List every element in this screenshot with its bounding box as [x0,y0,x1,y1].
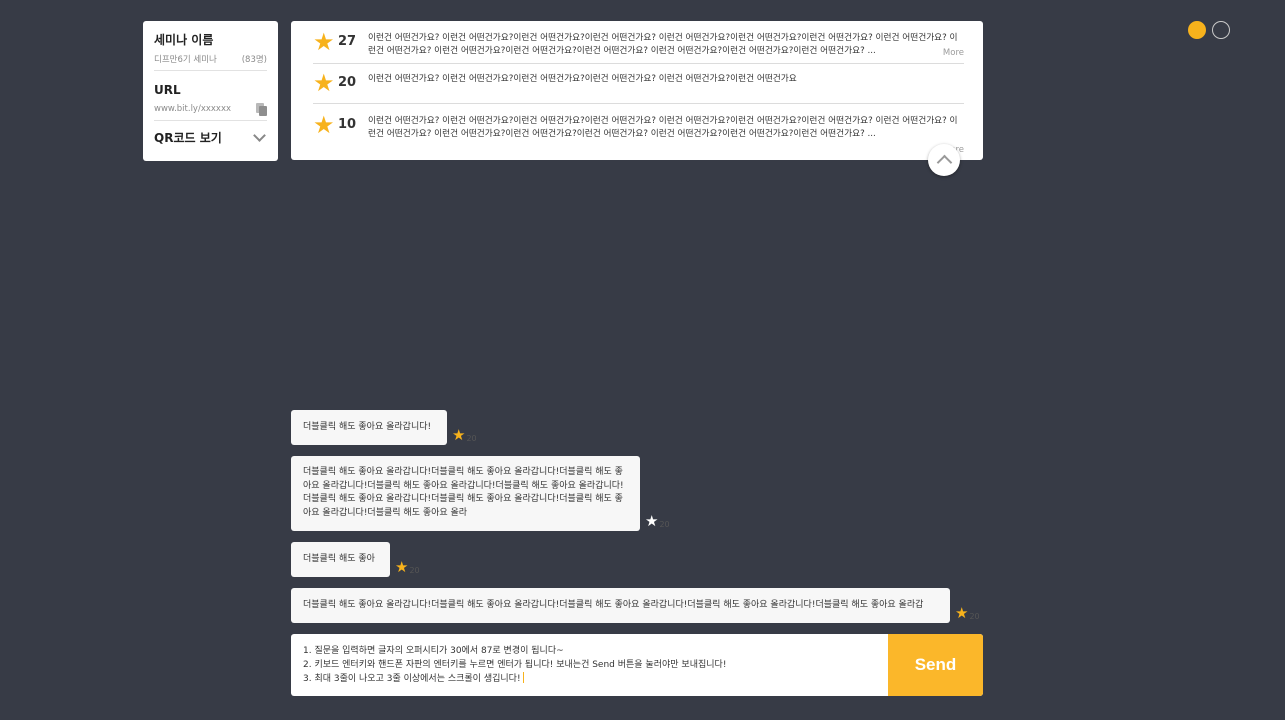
chevron-down-icon [253,128,266,142]
participant-count: (83명) [241,55,267,65]
seminar-name-label: 세미나 이름 [154,33,214,47]
chat-message[interactable]: 더블클릭 해도 좋아 [291,542,390,577]
collapse-questions-button[interactable] [928,144,960,176]
question-text: 이런건 어떤건가요? 이런건 어떤건가요?이런건 어떤건가요?이런건 어떤건가요… [368,33,958,56]
question-input-text: 1. 질문을 입력하면 글자의 오퍼시티가 30에서 87로 변경이 됩니다~ … [303,646,727,684]
url-row: www.bit.ly/xxxxxx [154,98,267,120]
like-counter[interactable]: ★ 20 [645,512,670,530]
question-text: 이런건 어떤건가요? 이런건 어떤건가요?이런건 어떤건가요?이런건 어떤건가요… [368,74,797,84]
send-button[interactable]: Send [888,634,983,696]
question-like-count: 10 [338,117,357,132]
question-text: 이런건 어떤건가요? 이런건 어떤건가요?이런건 어떤건가요?이런건 어떤건가요… [368,116,958,139]
seminar-info-card: 세미나 이름 디프만6기 세미나 (83명) URL www.bit.ly/xx… [143,21,278,161]
text-caret [522,672,524,683]
like-counter[interactable]: ★ 20 [452,426,477,444]
question-input[interactable]: 1. 질문을 입력하면 글자의 오퍼시티가 30에서 87로 변경이 됩니다~ … [291,634,888,696]
qr-code-label: QR코드 보기 [154,130,222,145]
question-like-count: 27 [338,34,357,49]
seminar-url-section: URL www.bit.ly/xxxxxx [154,71,267,121]
qr-code-toggle[interactable]: QR코드 보기 [154,121,267,153]
star-icon: ★ [645,512,659,530]
star-icon: ★ [313,111,335,139]
chat-message[interactable]: 더블클릭 해도 좋아요 올라갑니다! [291,410,447,445]
like-counter[interactable]: ★ 20 [395,558,420,576]
like-count: 20 [969,612,980,621]
star-icon: ★ [452,426,466,444]
seminar-name-section: 세미나 이름 디프만6기 세미나 (83명) [154,21,267,71]
message-text: 더블클릭 해도 좋아 [303,554,375,564]
copy-icon[interactable] [256,102,267,116]
question-like-count: 20 [338,75,357,90]
star-icon: ★ [955,604,969,622]
like-count: 20 [409,566,420,575]
page-dot-active[interactable] [1188,21,1206,39]
chat-message[interactable]: 더블클릭 해도 좋아요 올라갑니다!더블클릭 해도 좋아요 올라갑니다!더블클릭… [291,456,640,531]
seminar-name-row: 디프만6기 세미나 (83명) [154,48,267,70]
more-link[interactable]: More [938,48,964,58]
like-count: 20 [466,434,477,443]
top-questions-panel: ★ 27 이런건 어떤건가요? 이런건 어떤건가요?이런건 어떤건가요?이런건 … [291,21,983,160]
star-icon: ★ [313,69,335,97]
top-question-item[interactable]: ★ 27 이런건 어떤건가요? 이런건 어떤건가요?이런건 어떤건가요?이런건 … [313,21,964,64]
top-question-item[interactable]: ★ 10 이런건 어떤건가요? 이런건 어떤건가요?이런건 어떤건가요?이런건 … [313,104,964,160]
url-value: www.bit.ly/xxxxxx [154,104,232,114]
like-counter[interactable]: ★ 20 [955,604,980,622]
url-label: URL [154,83,181,97]
seminar-name-value: 디프만6기 세미나 [154,55,217,65]
star-icon: ★ [313,28,335,56]
page-dot[interactable] [1212,21,1230,39]
chat-message[interactable]: 더블클릭 해도 좋아요 올라갑니다!더블클릭 해도 좋아요 올라갑니다!더블클릭… [291,588,950,623]
message-text: 더블클릭 해도 좋아요 올라갑니다!더블클릭 해도 좋아요 올라갑니다!더블클릭… [303,467,624,518]
top-question-item[interactable]: ★ 20 이런건 어떤건가요? 이런건 어떤건가요?이런건 어떤건가요?이런건 … [313,64,964,104]
message-text: 더블클릭 해도 좋아요 올라갑니다!더블클릭 해도 좋아요 올라갑니다!더블클릭… [303,600,924,610]
star-icon: ★ [395,558,409,576]
message-text: 더블클릭 해도 좋아요 올라갑니다! [303,422,432,432]
question-composer: 1. 질문을 입력하면 글자의 오퍼시티가 30에서 87로 변경이 됩니다~ … [291,634,983,696]
chevron-up-icon [936,154,953,171]
like-count: 20 [659,520,670,529]
